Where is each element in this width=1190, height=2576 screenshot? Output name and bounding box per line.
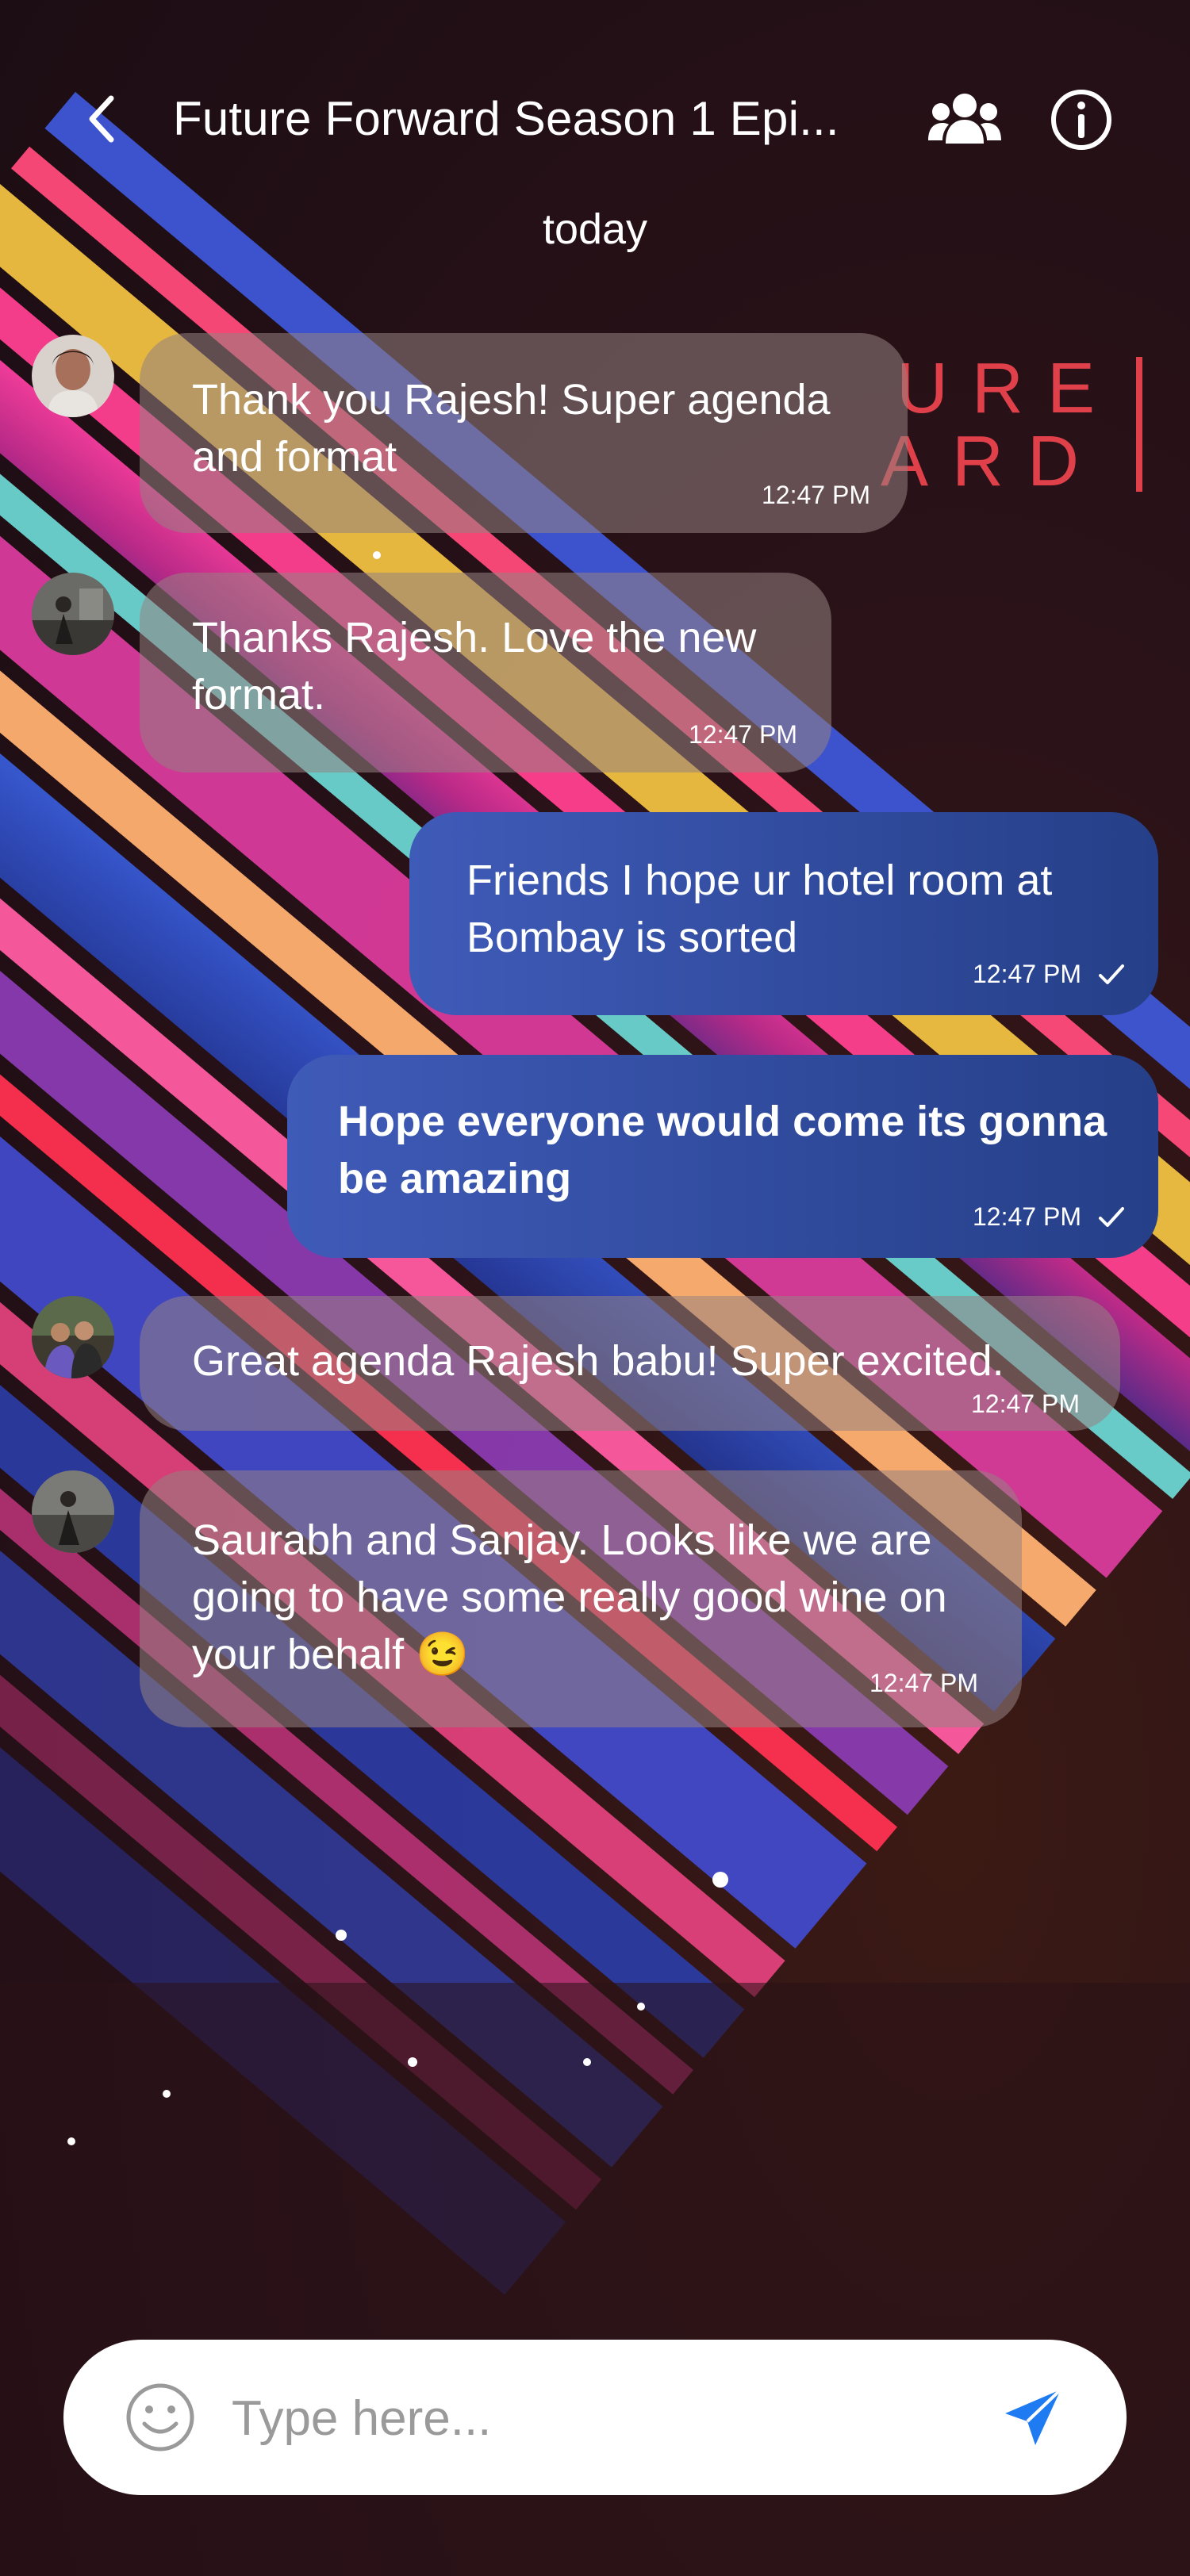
message-text: your behalf xyxy=(192,1631,405,1678)
wink-emoji: 😉 xyxy=(416,1631,470,1678)
message-input-bar xyxy=(63,2340,1127,2495)
sender-avatar[interactable] xyxy=(32,573,114,655)
info-icon xyxy=(1051,90,1111,150)
chevron-left-icon xyxy=(89,95,114,143)
avatar-image xyxy=(32,573,114,655)
avatar-image xyxy=(32,1296,114,1378)
message-bubble[interactable]: Hope everyone would come its gonna be am… xyxy=(287,1055,1158,1258)
poster-text-1: URE xyxy=(896,349,1119,428)
message-text-line: Friends I hope ur hotel room at xyxy=(466,857,1053,904)
send-icon xyxy=(1005,2388,1062,2445)
message-text-line: going to have some really good wine on xyxy=(192,1574,947,1621)
sender-avatar[interactable] xyxy=(32,1296,114,1378)
message-timestamp: 12:47 PM xyxy=(973,960,1081,988)
emoji-button[interactable] xyxy=(124,2381,197,2454)
message-text-line: be amazing xyxy=(338,1155,572,1202)
message-bubble[interactable]: Friends I hope ur hotel room at Bombay i… xyxy=(409,812,1158,1015)
message-bubble[interactable]: Saurabh and Sanjay. Looks like we are go… xyxy=(140,1470,1022,1727)
message-text-line-3: your behalf 😉 xyxy=(192,1626,469,1683)
date-separator: today xyxy=(542,205,648,253)
message-bubble[interactable]: Great agenda Rajesh babu! Super excited.… xyxy=(140,1296,1120,1431)
message-bubble[interactable]: Thanks Rajesh. Love the new format. 12:4… xyxy=(140,573,831,772)
message-bubble[interactable]: Thank you Rajesh! Super agenda and forma… xyxy=(140,333,908,533)
info-button[interactable] xyxy=(1047,86,1115,154)
message-timestamp: 12:47 PM xyxy=(971,1390,1080,1418)
message-text-line: format. xyxy=(192,671,326,719)
avatar-image xyxy=(32,1470,114,1553)
message-timestamp: 12:47 PM xyxy=(689,720,797,749)
smiley-icon xyxy=(126,2383,194,2451)
message-timestamp: 12:47 PM xyxy=(973,1202,1081,1231)
message-input[interactable] xyxy=(230,2371,995,2465)
send-button[interactable] xyxy=(992,2376,1074,2459)
avatar-image xyxy=(32,335,114,417)
chat-title[interactable]: Future Forward Season 1 Epi... xyxy=(173,89,839,149)
group-members-button[interactable] xyxy=(927,89,1003,149)
group-icon xyxy=(928,94,1001,144)
poster-text-2: ARD xyxy=(881,422,1103,501)
sent-check-icon xyxy=(1099,1207,1124,1227)
message-text-line: Great agenda Rajesh babu! Super excited. xyxy=(192,1337,1004,1385)
message-timestamp: 12:47 PM xyxy=(762,481,870,509)
message-text-line: Saurabh and Sanjay. Looks like we are xyxy=(192,1516,932,1564)
sent-check-icon xyxy=(1099,964,1124,984)
chat-header: Future Forward Season 1 Epi... xyxy=(0,63,1190,174)
sender-avatar[interactable] xyxy=(32,335,114,417)
message-text-line: Bombay is sorted xyxy=(466,914,798,961)
back-button[interactable] xyxy=(73,90,130,148)
message-text-line: Hope everyone would come its gonna xyxy=(338,1098,1107,1145)
message-timestamp: 12:47 PM xyxy=(869,1669,978,1697)
message-text-line: and format xyxy=(192,433,397,481)
message-text-line: Thank you Rajesh! Super agenda xyxy=(192,376,831,424)
message-text-line: Thanks Rajesh. Love the new xyxy=(192,614,757,661)
sender-avatar[interactable] xyxy=(32,1470,114,1553)
